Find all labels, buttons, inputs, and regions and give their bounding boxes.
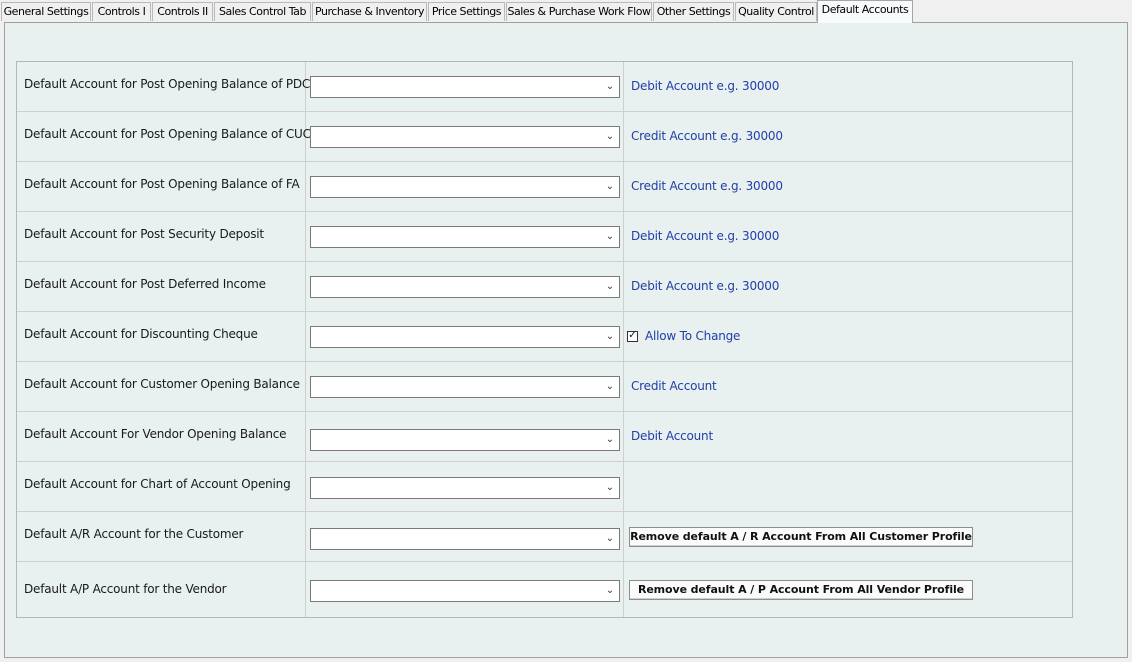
chevron-down-icon[interactable]: ⌄ — [604, 480, 616, 496]
ar-account-select[interactable]: ⌄ — [310, 528, 620, 550]
tab-sales-purchase-workflow[interactable]: Sales & Purchase Work Flow — [506, 2, 652, 21]
row-fa: Default Account for Post Opening Balance… — [17, 162, 1072, 212]
ap-account-select[interactable]: ⌄ — [310, 580, 620, 602]
customer-opening-account-select[interactable]: ⌄ — [310, 376, 620, 398]
tab-bar: General Settings Controls I Controls II … — [0, 0, 1132, 23]
chevron-down-icon[interactable]: ⌄ — [604, 583, 616, 599]
row-pdc: Default Account for Post Opening Balance… — [17, 62, 1072, 112]
row-label: Default Account for Post Opening Balance… — [24, 177, 300, 191]
row-label: Default Account for Post Deferred Income — [24, 277, 266, 291]
vendor-opening-account-select[interactable]: ⌄ — [310, 429, 620, 451]
allow-to-change-label[interactable]: Allow To Change — [645, 329, 740, 343]
row-label: Default Account for Post Security Deposi… — [24, 227, 264, 241]
row-label: Default Account for Customer Opening Bal… — [24, 377, 300, 391]
discounting-cheque-account-select[interactable]: ⌄ — [310, 326, 620, 348]
remove-ar-account-button[interactable]: Remove default A / R Account From All Cu… — [629, 527, 973, 547]
row-discounting-cheque: Default Account for Discounting Cheque ⌄… — [17, 312, 1072, 362]
fa-account-select[interactable]: ⌄ — [310, 176, 620, 198]
chevron-down-icon[interactable]: ⌄ — [604, 229, 616, 245]
chevron-down-icon[interactable]: ⌄ — [604, 179, 616, 195]
pdc-account-select[interactable]: ⌄ — [310, 76, 620, 98]
row-ap-account: Default A/P Account for the Vendor ⌄ Rem… — [17, 562, 1072, 617]
account-hint: Credit Account e.g. 30000 — [631, 179, 783, 193]
account-hint: Debit Account e.g. 30000 — [631, 229, 780, 243]
tab-price-settings[interactable]: Price Settings — [428, 2, 505, 21]
default-accounts-panel: Default Account for Post Opening Balance… — [4, 22, 1128, 658]
tab-controls-i[interactable]: Controls I — [92, 2, 151, 21]
cuc-account-select[interactable]: ⌄ — [310, 126, 620, 148]
account-hint: Credit Account — [631, 379, 717, 393]
row-label: Default A/R Account for the Customer — [24, 527, 244, 541]
checkmark-icon[interactable]: ✓ — [627, 330, 638, 342]
chart-of-account-opening-select[interactable]: ⌄ — [310, 477, 620, 499]
row-deferred-income: Default Account for Post Deferred Income… — [17, 262, 1072, 312]
tab-purchase-inventory[interactable]: Purchase & Inventory — [312, 2, 427, 21]
row-security-deposit: Default Account for Post Security Deposi… — [17, 212, 1072, 262]
default-accounts-grid: Default Account for Post Opening Balance… — [16, 61, 1073, 618]
row-label: Default Account for Chart of Account Ope… — [24, 477, 291, 491]
row-ar-account: Default A/R Account for the Customer ⌄ R… — [17, 512, 1072, 562]
chevron-down-icon[interactable]: ⌄ — [604, 129, 616, 145]
chevron-down-icon[interactable]: ⌄ — [604, 379, 616, 395]
chevron-down-icon[interactable]: ⌄ — [604, 79, 616, 95]
tab-default-accounts[interactable]: Default Accounts — [817, 0, 913, 23]
chevron-down-icon[interactable]: ⌄ — [604, 279, 616, 295]
remove-ap-account-button[interactable]: Remove default A / P Account From All Ve… — [629, 580, 973, 600]
tab-controls-ii[interactable]: Controls II — [152, 2, 213, 21]
tab-sales-control[interactable]: Sales Control Tab — [214, 2, 311, 21]
chevron-down-icon[interactable]: ⌄ — [604, 329, 616, 345]
row-chart-of-account: Default Account for Chart of Account Ope… — [17, 462, 1072, 512]
row-label: Default Account for Post Opening Balance… — [24, 127, 311, 141]
chevron-down-icon[interactable]: ⌄ — [604, 432, 616, 448]
security-deposit-account-select[interactable]: ⌄ — [310, 226, 620, 248]
row-cuc: Default Account for Post Opening Balance… — [17, 112, 1072, 162]
row-label: Default Account for Post Opening Balance… — [24, 77, 311, 91]
account-hint: Debit Account e.g. 30000 — [631, 79, 780, 93]
account-hint: Credit Account e.g. 30000 — [631, 129, 783, 143]
deferred-income-account-select[interactable]: ⌄ — [310, 276, 620, 298]
row-label: Default A/P Account for the Vendor — [24, 582, 227, 596]
row-vendor-opening: Default Account For Vendor Opening Balan… — [17, 412, 1072, 462]
account-hint: Debit Account — [631, 429, 713, 443]
row-label: Default Account For Vendor Opening Balan… — [24, 427, 287, 441]
account-hint: Debit Account e.g. 30000 — [631, 279, 780, 293]
row-label: Default Account for Discounting Cheque — [24, 327, 258, 341]
tab-other-settings[interactable]: Other Settings — [653, 2, 734, 21]
allow-to-change-checkbox[interactable]: ✓ Allow To Change — [627, 328, 740, 344]
chevron-down-icon[interactable]: ⌄ — [604, 531, 616, 547]
tab-general-settings[interactable]: General Settings — [1, 2, 91, 21]
tab-quality-control[interactable]: Quality Control — [735, 2, 817, 21]
row-customer-opening: Default Account for Customer Opening Bal… — [17, 362, 1072, 412]
